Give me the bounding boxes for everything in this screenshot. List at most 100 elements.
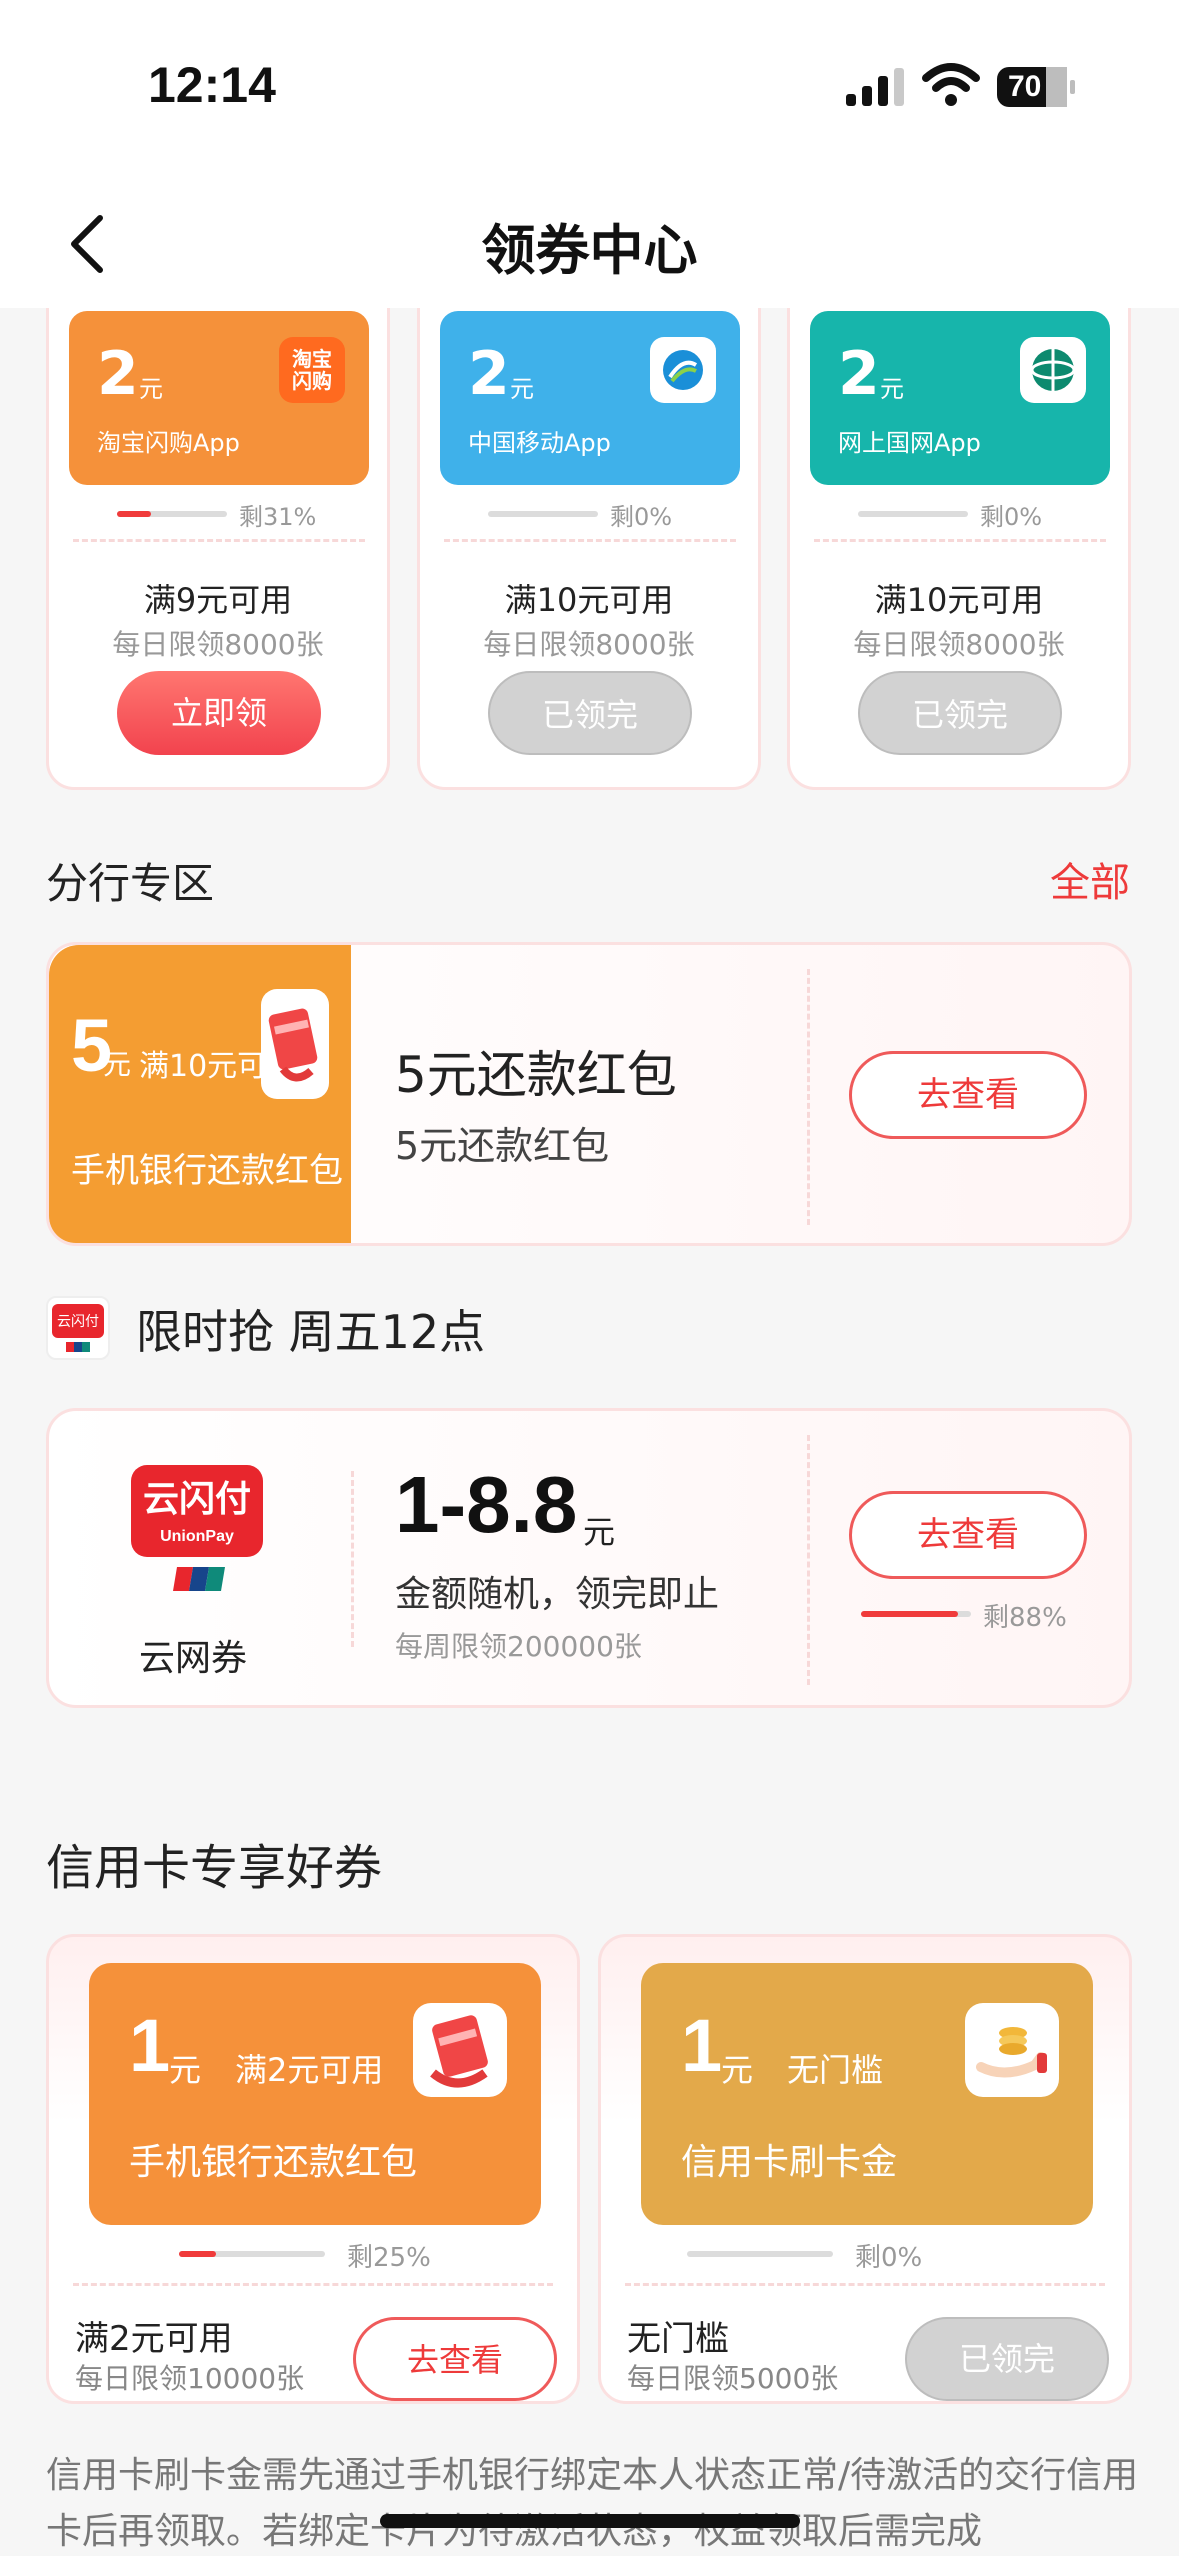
view-button[interactable]: 去查看 bbox=[849, 1051, 1087, 1139]
coupon-limit: 每日限领8000张 bbox=[853, 628, 1065, 661]
battery-level: 70 bbox=[1008, 70, 1042, 103]
credit-card-note: 信用卡刷卡金需先通过手机银行绑定本人状态正常/待激活的交行信用卡后再领取。若绑定… bbox=[46, 2455, 1139, 2552]
coupon-card-sgcc: 2 元 网上国网App 剩0% 满10元可用 每日限领8000张 已领完 bbox=[787, 250, 1131, 790]
coupon-amount: 1-8.8 bbox=[395, 1460, 578, 1549]
remaining-progress-bar bbox=[858, 511, 968, 517]
coupon-face: 1 元 无门槛 信用卡刷卡金 bbox=[641, 1963, 1093, 2225]
taobao-logo-icon: 淘宝闪购 bbox=[279, 337, 345, 403]
coupon-subtitle: 5元还款红包 bbox=[395, 1124, 610, 1168]
coupon-limit: 每日限领8000张 bbox=[483, 628, 695, 661]
coupon-card-cmcc: 2 元 中国移动App 剩0% 满10元可用 每日限领8000张 已领完 bbox=[417, 250, 761, 790]
cellular-signal-icon bbox=[846, 68, 904, 106]
sold-out-button[interactable]: 已领完 bbox=[488, 671, 692, 755]
svg-text:UnionPay: UnionPay bbox=[160, 1528, 234, 1545]
view-all-link[interactable]: 全部 bbox=[1050, 850, 1130, 908]
sold-out-button[interactable]: 已领完 bbox=[905, 2317, 1109, 2401]
coupon-limit: 每周限领200000张 bbox=[395, 1630, 642, 1663]
cloud-coupon-card: 云闪付 UnionPay 云网券 1-8.8 元 金额随机，领完即止 每周限领2… bbox=[46, 1408, 1132, 1708]
coupon-face: 1 元 满2元可用 手机银行还款红包 bbox=[89, 1963, 541, 2225]
coupon-app-name: 网上国网App bbox=[838, 429, 981, 457]
coupon-unit: 元 bbox=[510, 375, 534, 403]
state-grid-logo-icon bbox=[1020, 337, 1086, 403]
coupon-amount: 2 bbox=[468, 339, 510, 409]
coupon-face: 5 元 满10元可用 手机银行还款红包 bbox=[49, 945, 351, 1243]
unionpay-small-logo-icon: 云闪付 bbox=[46, 1296, 110, 1360]
remaining-progress-bar bbox=[861, 1611, 971, 1617]
coupon-condition-top: 满2元可用 bbox=[235, 2051, 384, 2089]
divider bbox=[625, 2283, 1105, 2286]
coupon-condition: 满9元可用 bbox=[143, 581, 293, 619]
red-packet-card-icon bbox=[261, 989, 329, 1099]
coupon-condition: 无门槛 bbox=[627, 2319, 729, 2359]
remaining-progress-bar bbox=[687, 2251, 833, 2257]
coupon-name: 云网券 bbox=[139, 1638, 248, 1679]
branch-coupon-card: 5 元 满10元可用 手机银行还款红包 5元还款红包 5元还款红包 去查看 bbox=[46, 942, 1132, 1246]
coupon-name: 手机银行还款红包 bbox=[71, 1151, 343, 1191]
coupon-title: 5元还款红包 bbox=[395, 1046, 677, 1104]
battery-icon: 70 bbox=[996, 66, 1076, 108]
credit-section-title: 信用卡专享好券 bbox=[46, 1840, 383, 1896]
coupon-face: 2 元 淘宝闪购App 淘宝闪购 bbox=[69, 311, 369, 485]
divider bbox=[73, 539, 365, 542]
limited-section-title: 限时抢 周五12点 bbox=[136, 1305, 486, 1359]
coupon-unit: 元 bbox=[583, 1513, 616, 1551]
remaining-progress-bar bbox=[179, 2251, 325, 2257]
coupon-unit: 元 bbox=[880, 375, 904, 403]
branch-section-title: 分行专区 bbox=[46, 859, 215, 908]
remaining-percent: 剩0% bbox=[980, 503, 1043, 531]
divider bbox=[814, 539, 1106, 542]
header: 12:14 70 领券中心 bbox=[0, 0, 1179, 308]
coupon-face: 2 元 网上国网App bbox=[810, 311, 1110, 485]
coupon-condition: 满2元可用 bbox=[75, 2319, 233, 2359]
svg-text:云闪付: 云闪付 bbox=[143, 1479, 251, 1520]
remaining-progress-bar bbox=[488, 511, 598, 517]
divider bbox=[444, 539, 736, 542]
coupon-unit: 元 bbox=[721, 2051, 754, 2089]
coupon-name: 信用卡刷卡金 bbox=[681, 2142, 898, 2183]
view-button[interactable]: 去查看 bbox=[353, 2317, 557, 2401]
coupon-card-taobao: 2 元 淘宝闪购App 淘宝闪购 剩31% 满9元可用 每日限领8000张 立即… bbox=[46, 250, 390, 790]
china-mobile-logo-icon bbox=[650, 337, 716, 403]
remaining-percent: 剩31% bbox=[239, 503, 317, 531]
coupon-amount: 2 bbox=[838, 339, 880, 409]
coupon-limit: 每日限领10000张 bbox=[75, 2362, 305, 2395]
remaining-percent: 剩0% bbox=[855, 2243, 923, 2273]
page-title: 领券中心 bbox=[481, 219, 698, 282]
claim-now-button[interactable]: 立即领 bbox=[117, 671, 321, 755]
view-button[interactable]: 去查看 bbox=[849, 1491, 1087, 1579]
coupon-name: 手机银行还款红包 bbox=[129, 2142, 418, 2183]
divider bbox=[807, 1435, 810, 1685]
sold-out-button[interactable]: 已领完 bbox=[858, 671, 1062, 755]
home-indicator[interactable] bbox=[380, 2514, 800, 2528]
coupon-face: 2 元 中国移动App bbox=[440, 311, 740, 485]
unionpay-logo-icon: 云闪付 UnionPay bbox=[129, 1463, 265, 1593]
divider bbox=[807, 969, 810, 1225]
coupon-amount: 2 bbox=[97, 339, 139, 409]
remaining-progress-bar bbox=[117, 511, 227, 517]
coupon-limit: 每日限领8000张 bbox=[112, 628, 324, 661]
divider bbox=[73, 2283, 553, 2286]
credit-coupon-card-swipe: 1 元 无门槛 信用卡刷卡金 剩0% 无门槛 每日限领5000张 已领完 bbox=[598, 1934, 1132, 2404]
coupon-limit: 每日限领5000张 bbox=[627, 2362, 839, 2395]
coupon-app-name: 淘宝闪购App bbox=[97, 429, 240, 457]
coupon-condition: 满10元可用 bbox=[874, 581, 1044, 619]
wifi-icon bbox=[922, 63, 980, 106]
coupon-unit: 元 bbox=[169, 2051, 202, 2089]
svg-text:云闪付: 云闪付 bbox=[57, 1314, 99, 1330]
coupon-app-name: 中国移动App bbox=[468, 429, 611, 457]
coupon-unit: 元 bbox=[139, 375, 163, 403]
coupon-amount: 1 bbox=[129, 2004, 171, 2087]
credit-coupon-card-repay: 1 元 满2元可用 手机银行还款红包 剩25% 满2元可用 每日限领10000张… bbox=[46, 1934, 580, 2404]
remaining-percent: 剩0% bbox=[610, 503, 673, 531]
coupon-condition: 满10元可用 bbox=[504, 581, 674, 619]
remaining-percent: 剩25% bbox=[347, 2243, 431, 2273]
status-time: 12:14 bbox=[148, 57, 276, 113]
red-packet-card-icon bbox=[413, 2003, 507, 2097]
coupon-unit: 元 bbox=[103, 1048, 132, 1081]
coupon-description: 金额随机，领完即止 bbox=[395, 1574, 720, 1615]
hand-coins-icon bbox=[965, 2003, 1059, 2097]
coupon-condition-top: 无门槛 bbox=[787, 2051, 884, 2089]
remaining-percent: 剩88% bbox=[983, 1603, 1067, 1633]
coupon-amount: 1 bbox=[681, 2004, 723, 2087]
divider bbox=[351, 1471, 354, 1647]
